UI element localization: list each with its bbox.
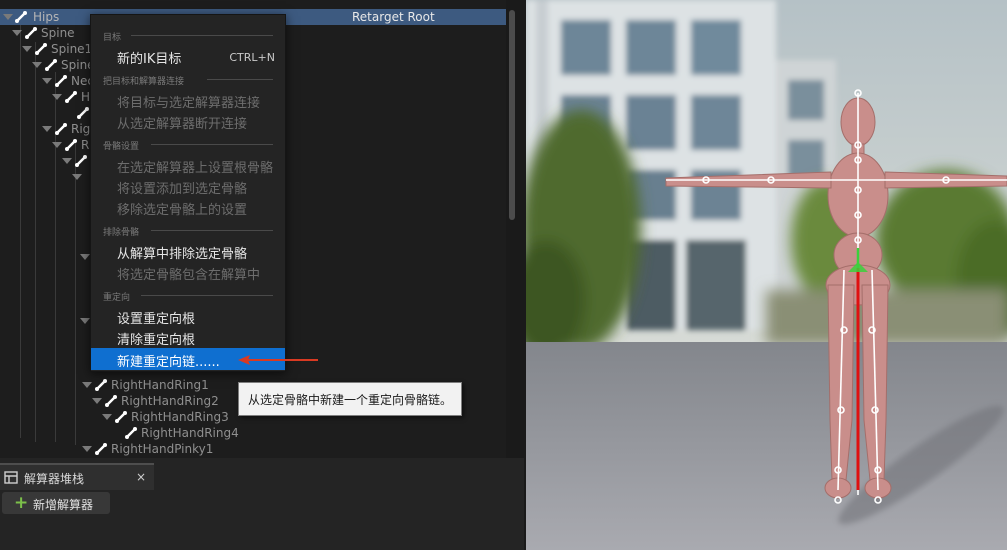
- tree-scrollbar[interactable]: [506, 0, 524, 458]
- menu-section-title: 目标: [103, 33, 122, 43]
- tree-row[interactable]: RightHandPinky1: [0, 441, 506, 457]
- annotation-arrow-icon: [238, 355, 318, 365]
- add-solver-button[interactable]: + 新增解算器: [2, 492, 110, 514]
- expand-arrow-icon[interactable]: [80, 318, 90, 324]
- expand-arrow-icon[interactable]: [32, 62, 42, 68]
- menu-item-add-settings[interactable]: 将设置添加到选定骨骼: [117, 178, 247, 197]
- plus-icon: +: [14, 493, 29, 513]
- menu-item-clear-retarget-root[interactable]: 清除重定向根: [117, 329, 195, 348]
- expand-arrow-icon[interactable]: [82, 446, 92, 452]
- menu-item-remove-settings[interactable]: 移除选定骨骼上的设置: [117, 199, 247, 218]
- scene-render: [526, 0, 1007, 550]
- menu-section-title: 重定向: [103, 293, 131, 303]
- solver-stack-panel: + 新增解算器: [0, 490, 524, 550]
- bone-icon: [95, 379, 107, 391]
- expand-arrow-icon[interactable]: [102, 414, 112, 420]
- expand-arrow-icon[interactable]: [52, 94, 62, 100]
- menu-divider: [151, 230, 273, 231]
- tree-row-label: RightHandRing4: [141, 426, 239, 440]
- bone-icon: [115, 411, 127, 423]
- bone-icon: [65, 139, 77, 151]
- menu-shortcut: CTRL+N: [229, 51, 275, 64]
- retarget-root-label: Retarget Root: [352, 10, 435, 24]
- menu-section-title: 排除骨骼: [103, 228, 140, 238]
- bone-icon: [77, 107, 89, 119]
- expand-arrow-icon[interactable]: [72, 174, 82, 180]
- bone-icon: [25, 27, 37, 39]
- expand-arrow-icon[interactable]: [42, 78, 52, 84]
- tooltip-text: 从选定骨骼中新建一个重定向骨骼链。: [248, 393, 453, 407]
- expand-arrow-icon[interactable]: [80, 254, 90, 260]
- expand-arrow-icon[interactable]: [42, 126, 52, 132]
- viewport-3d[interactable]: [526, 0, 1007, 550]
- bone-icon: [65, 91, 77, 103]
- expand-arrow-icon[interactable]: [3, 14, 13, 20]
- expand-arrow-icon[interactable]: [82, 382, 92, 388]
- bone-icon: [95, 443, 107, 455]
- menu-divider: [141, 295, 273, 296]
- menu-item-set-root-bone[interactable]: 在选定解算器上设置根骨骼: [117, 157, 273, 176]
- menu-item-label: 新的IK目标: [117, 52, 182, 67]
- menu-section-title: 把目标和解算器连接: [103, 77, 185, 87]
- tooltip: 从选定骨骼中新建一个重定向骨骼链。: [238, 382, 462, 416]
- menu-item-exclude-bone[interactable]: 从解算中排除选定骨骼: [117, 243, 247, 262]
- menu-section-title: 骨骼设置: [103, 142, 140, 152]
- scrollbar-thumb[interactable]: [509, 10, 515, 220]
- tree-row-label: H: [81, 90, 91, 104]
- menu-item-set-retarget-root[interactable]: 设置重定向根: [117, 308, 195, 327]
- tree-row[interactable]: RightHandRing4: [0, 425, 506, 441]
- solver-stack-tab[interactable]: 解算器堆栈 ×: [0, 463, 154, 492]
- solver-stack-tab-label: 解算器堆栈: [24, 472, 85, 486]
- bone-icon: [105, 395, 117, 407]
- expand-arrow-icon[interactable]: [22, 46, 32, 52]
- menu-item-connect-goal[interactable]: 将目标与选定解算器连接: [117, 92, 260, 111]
- bone-icon: [55, 123, 67, 135]
- bone-icon: [75, 155, 87, 167]
- menu-divider: [131, 35, 273, 36]
- close-icon[interactable]: ×: [136, 470, 146, 484]
- menu-item-include-bone[interactable]: 将选定骨骼包含在解算中: [117, 264, 260, 283]
- tree-row-label: RightHandPinky1: [111, 442, 214, 456]
- bone-icon: [15, 11, 27, 23]
- tree-row-label: Spine: [41, 26, 75, 40]
- menu-item-new-ik-goal[interactable]: 新的IK目标: [117, 48, 181, 67]
- bone-icon: [45, 59, 57, 71]
- tree-row-label: RightHandRing2: [121, 394, 219, 408]
- bone-icon: [55, 75, 67, 87]
- tree-row-label: RightHandRing1: [111, 378, 209, 392]
- tree-row-label: Hips: [33, 10, 60, 24]
- expand-arrow-icon[interactable]: [52, 142, 62, 148]
- bone-icon: [125, 427, 137, 439]
- expand-arrow-icon[interactable]: [62, 158, 72, 164]
- tree-row-label: RightHandRing3: [131, 410, 229, 424]
- bone-icon: [35, 43, 47, 55]
- context-menu: 目标 新的IK目标 CTRL+N 把目标和解算器连接 将目标与选定解算器连接 从…: [90, 14, 286, 372]
- expand-arrow-icon[interactable]: [12, 30, 22, 36]
- menu-divider: [151, 144, 273, 145]
- expand-arrow-icon[interactable]: [92, 398, 102, 404]
- tree-row-label: Rig: [71, 122, 91, 136]
- add-solver-label: 新增解算器: [33, 498, 94, 512]
- menu-divider: [207, 79, 273, 80]
- menu-item-disconnect-goal[interactable]: 从选定解算器断开连接: [117, 113, 247, 132]
- solver-stack-icon: [4, 471, 18, 484]
- menu-item-label: 新建重定向链......: [117, 355, 220, 370]
- tree-row-label: Spine1: [51, 42, 93, 56]
